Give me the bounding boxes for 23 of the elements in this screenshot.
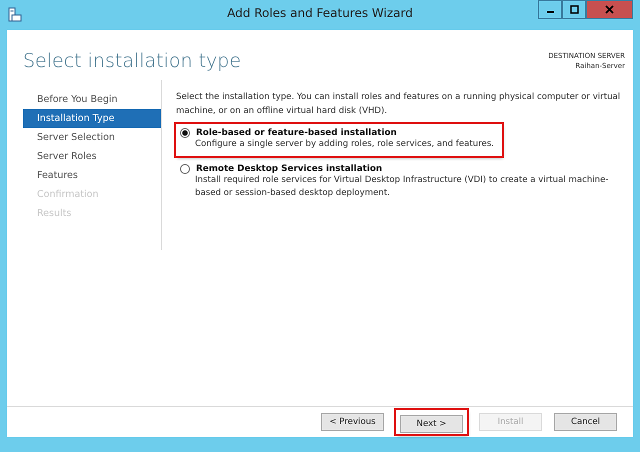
maximize-icon bbox=[570, 5, 578, 14]
close-button[interactable] bbox=[586, 0, 633, 19]
radio-button[interactable] bbox=[180, 128, 190, 138]
wizard-button[interactable]: Next > bbox=[400, 415, 463, 433]
wizard-button[interactable]: Cancel bbox=[554, 413, 617, 431]
server-icon bbox=[8, 7, 22, 23]
window-title: Add Roles and Features Wizard bbox=[226, 6, 414, 20]
page-title: Select installation type bbox=[23, 50, 242, 74]
maximize-button[interactable] bbox=[562, 0, 586, 19]
nav-item[interactable]: Server Roles bbox=[23, 147, 161, 166]
radio-button[interactable] bbox=[180, 164, 190, 174]
intro-text: Select the installation type. You can install roles and features on a running physical computer or virtual machine, or on an offline virtual hard disk (VHD). bbox=[176, 91, 621, 118]
option-label[interactable]: Remote Desktop Services installation bbox=[196, 164, 382, 174]
nav-item[interactable]: Features bbox=[23, 166, 161, 185]
nav-item[interactable]: Installation Type bbox=[23, 109, 161, 128]
close-icon bbox=[605, 5, 614, 14]
minimize-button[interactable] bbox=[538, 0, 562, 19]
option-label[interactable]: Role-based or feature-based installation bbox=[196, 128, 397, 138]
nav-item[interactable]: Server Selection bbox=[23, 128, 161, 147]
nav-item[interactable]: Before You Begin bbox=[23, 90, 161, 109]
option-description: Install required role services for Virtual Desktop Infrastructure (VDI) to create a virtual machine-based or session-based desktop deployment. bbox=[195, 174, 610, 200]
wizard-button[interactable]: < Previous bbox=[321, 413, 384, 431]
option-description: Configure a single server by adding roles, role services, and features. bbox=[195, 138, 494, 151]
